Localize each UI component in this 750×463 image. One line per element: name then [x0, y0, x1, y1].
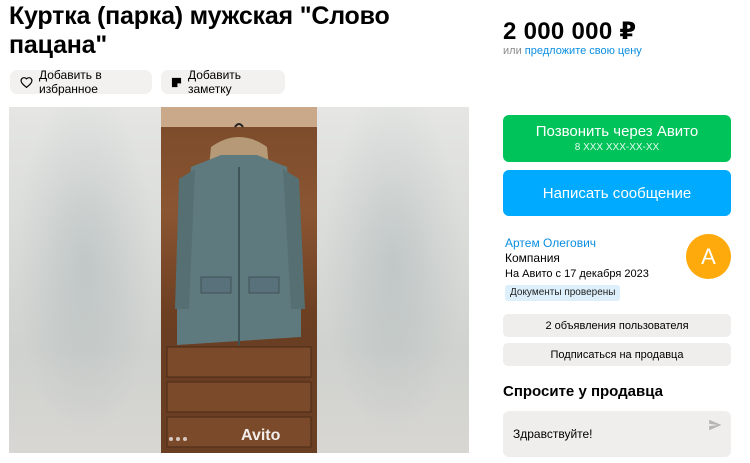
call-button-label: Позвонить через Авито — [535, 123, 699, 140]
gallery-blur-right — [317, 107, 469, 453]
seller-avatar[interactable]: А — [686, 234, 731, 279]
add-note-button[interactable]: Добавить заметку — [161, 68, 285, 96]
subscribe-seller-button[interactable]: Подписаться на продавца — [503, 343, 731, 366]
masked-phone: 8 XXX XXX-XX-XX — [574, 142, 660, 153]
add-to-favorites-label: Добавить в избранное — [39, 68, 102, 96]
gallery-pagination[interactable] — [169, 437, 187, 441]
gallery-blur-left — [9, 107, 161, 453]
price: 2 000 000 ₽ — [503, 18, 637, 45]
send-icon[interactable] — [708, 418, 722, 432]
ask-seller-title: Спросите у продавца — [503, 383, 663, 400]
price-or-label: или — [503, 45, 522, 57]
price-offer-line: или предложите свою цену — [503, 45, 642, 57]
add-to-favorites-button[interactable]: Добавить в избранное — [10, 68, 152, 96]
avito-watermark: Avito — [241, 427, 281, 444]
parka-photo — [161, 107, 317, 453]
ask-seller-input[interactable] — [503, 411, 731, 457]
listing-title: Куртка (парка) мужская "Слово пацана" — [9, 2, 390, 59]
seller-type: Компания — [505, 251, 560, 265]
note-icon — [171, 77, 182, 87]
seller-name-link[interactable]: Артем Олегович — [505, 236, 596, 250]
add-note-label: Добавить заметку — [188, 68, 242, 96]
seller-since: На Авито с 17 декабря 2023 — [505, 268, 649, 280]
documents-verified-badge: Документы проверены — [505, 285, 621, 301]
heart-icon — [20, 77, 33, 88]
write-message-button[interactable]: Написать сообщение — [503, 170, 731, 216]
call-button[interactable]: Позвонить через Авито 8 XXX XXX-XX-XX — [503, 115, 731, 162]
main-photo[interactable]: Avito — [161, 107, 317, 453]
photo-gallery[interactable]: Avito — [9, 107, 469, 453]
user-ads-button[interactable]: 2 объявления пользователя — [503, 314, 731, 337]
offer-price-link[interactable]: предложите свою цену — [525, 45, 642, 57]
